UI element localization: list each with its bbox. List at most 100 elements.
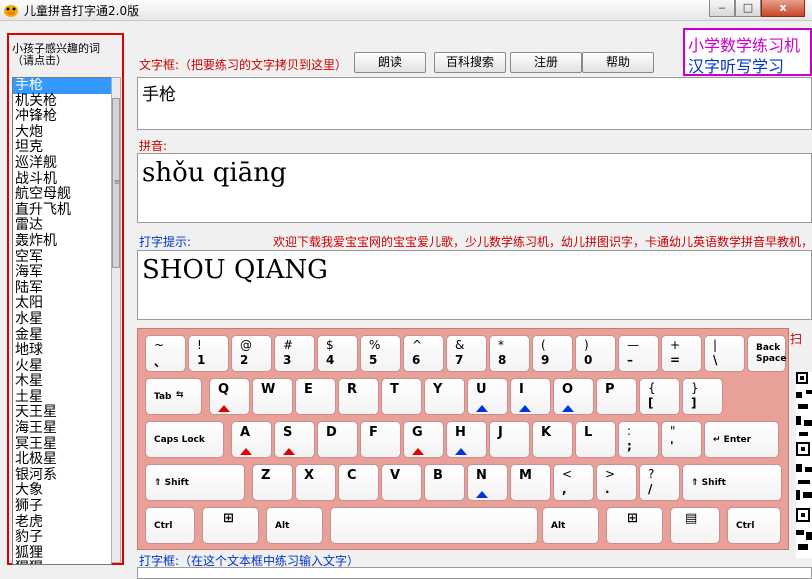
word-list-item[interactable]: 老虎	[13, 514, 111, 531]
word-list-item[interactable]: 大象	[13, 483, 111, 499]
word-list-item[interactable]: 巡洋舰	[13, 155, 111, 172]
key-H[interactable]: H	[446, 421, 487, 458]
key-L[interactable]: L	[575, 421, 616, 458]
key-P[interactable]: P	[596, 378, 637, 415]
word-list-item[interactable]: 雷达	[13, 218, 111, 234]
key-I[interactable]: I	[510, 378, 551, 415]
key-W[interactable]: W	[252, 378, 293, 415]
word-list-item[interactable]: 航空母舰	[13, 187, 111, 203]
key-?[interactable]: ? /	[639, 464, 680, 501]
key-X[interactable]: X	[295, 464, 336, 501]
space-key[interactable]	[330, 507, 538, 544]
key-F[interactable]: F	[360, 421, 401, 458]
close-button[interactable]: x	[761, 0, 805, 17]
word-list-item[interactable]: 轰炸机	[13, 233, 111, 250]
word-list-item[interactable]: 陆军	[13, 280, 111, 297]
word-list[interactable]: 手枪 机关枪 冲锋枪 大炮 坦克 巡洋舰 战斗机 航空母舰 直升飞机 雷达 轰炸机 空军 海军 陆军 太阳水…	[12, 77, 112, 565]
word-list-item[interactable]: 豹子	[13, 530, 111, 546]
word-list-item[interactable]: 太阳	[13, 296, 111, 312]
right-alt-key[interactable]: Alt	[542, 507, 599, 544]
key-、[interactable]: ~、	[145, 335, 186, 372]
word-list-item[interactable]: 海王星	[13, 420, 111, 437]
baike-search-button[interactable]: 百科搜索	[434, 52, 506, 73]
word-list-item[interactable]: 猩猩	[13, 561, 111, 564]
key-E[interactable]: E	[295, 378, 336, 415]
promo-banner[interactable]: 小学数学练习机 汉字听写学习	[683, 28, 812, 76]
key-:[interactable]: :;	[618, 421, 659, 458]
key-"[interactable]: " '	[661, 421, 702, 458]
text-box[interactable]: 手枪	[137, 77, 812, 130]
key-5[interactable]: % 5	[360, 335, 401, 372]
key-G[interactable]: G	[403, 421, 444, 458]
key-7[interactable]: & 7	[446, 335, 487, 372]
key-B[interactable]: B	[424, 464, 465, 501]
caps-lock-key[interactable]: Caps Lock	[145, 421, 224, 458]
word-list-item[interactable]: 火星	[13, 358, 111, 375]
key-O[interactable]: O	[553, 378, 594, 415]
maximize-button[interactable]: □	[735, 0, 761, 17]
word-list-item[interactable]: 银河系	[13, 467, 111, 484]
key-R[interactable]: R	[338, 378, 379, 415]
key->[interactable]: >.	[596, 464, 637, 501]
word-list-item[interactable]: 大炮	[13, 124, 111, 141]
left-ctrl-key[interactable]: Ctrl	[145, 507, 195, 544]
word-list-item[interactable]: 冲锋枪	[13, 109, 111, 125]
key-V[interactable]: V	[381, 464, 422, 501]
key-9[interactable]: (9	[532, 335, 573, 372]
key-J[interactable]: J	[489, 421, 530, 458]
right-shift-key[interactable]: ⇑ Shift	[682, 464, 782, 501]
right-windows-key[interactable]: ⊞	[606, 507, 663, 544]
left-windows-key[interactable]: ⊞	[202, 507, 259, 544]
typing-input-box[interactable]	[137, 567, 812, 579]
word-list-item[interactable]: 土星	[13, 389, 111, 406]
key-{[interactable]: {[	[639, 378, 680, 415]
word-list-item[interactable]: 地球	[13, 342, 111, 359]
key-T[interactable]: T	[381, 378, 422, 415]
key-0[interactable]: ) 0	[575, 335, 616, 372]
read-button[interactable]: 朗读	[354, 52, 426, 73]
scrollbar-thumb[interactable]: ≡	[112, 98, 120, 268]
backspace-key[interactable]: Back Space	[747, 335, 786, 372]
enter-key[interactable]: ↵ Enter	[704, 421, 779, 458]
key-N[interactable]: N	[467, 464, 508, 501]
word-list-item[interactable]: 水星	[13, 311, 111, 328]
word-list-item[interactable]: 坦克	[13, 140, 111, 156]
key-S[interactable]: S	[274, 421, 315, 458]
word-list-item[interactable]: 木星	[13, 374, 111, 390]
word-list-item[interactable]: 战斗机	[13, 171, 111, 188]
help-button[interactable]: 帮助	[582, 52, 654, 73]
key-Q[interactable]: Q	[209, 378, 250, 415]
key-2[interactable]: @2	[231, 335, 272, 372]
key-8[interactable]: * 8	[489, 335, 530, 372]
word-list-item[interactable]: 直升飞机	[13, 202, 111, 219]
register-button[interactable]: 注册	[510, 52, 582, 73]
key-4[interactable]: $4	[317, 335, 358, 372]
word-list-item[interactable]: 金星	[13, 327, 111, 344]
key-K[interactable]: K	[532, 421, 573, 458]
minimize-button[interactable]: ‒	[709, 0, 735, 17]
key-<[interactable]: <,	[553, 464, 594, 501]
word-list-item[interactable]: 手枪	[13, 78, 111, 94]
key-–[interactable]: — –	[618, 335, 659, 372]
right-ctrl-key[interactable]: Ctrl	[727, 507, 781, 544]
word-list-item[interactable]: 天王星	[13, 405, 111, 421]
key-C[interactable]: C	[338, 464, 379, 501]
word-list-item[interactable]: 冥王星	[13, 436, 111, 453]
word-list-item[interactable]: 机关枪	[13, 93, 111, 110]
word-list-scrollbar[interactable]: ≡	[111, 77, 121, 563]
word-list-item[interactable]: 狐狸	[13, 545, 111, 562]
key-=[interactable]: + =	[661, 335, 702, 372]
word-list-item[interactable]: 海军	[13, 265, 111, 281]
key-3[interactable]: #3	[274, 335, 315, 372]
key-1[interactable]: ! 1	[188, 335, 229, 372]
key-M[interactable]: M	[510, 464, 551, 501]
key-Y[interactable]: Y	[424, 378, 465, 415]
key-\[interactable]: | \	[704, 335, 745, 372]
key-A[interactable]: A	[231, 421, 272, 458]
key-Z[interactable]: Z	[252, 464, 293, 501]
key-U[interactable]: U	[467, 378, 508, 415]
left-alt-key[interactable]: Alt	[266, 507, 323, 544]
tab-key[interactable]: Tab ⇆	[145, 378, 202, 415]
word-list-item[interactable]: 空军	[13, 249, 111, 266]
word-list-item[interactable]: 北极星	[13, 452, 111, 468]
